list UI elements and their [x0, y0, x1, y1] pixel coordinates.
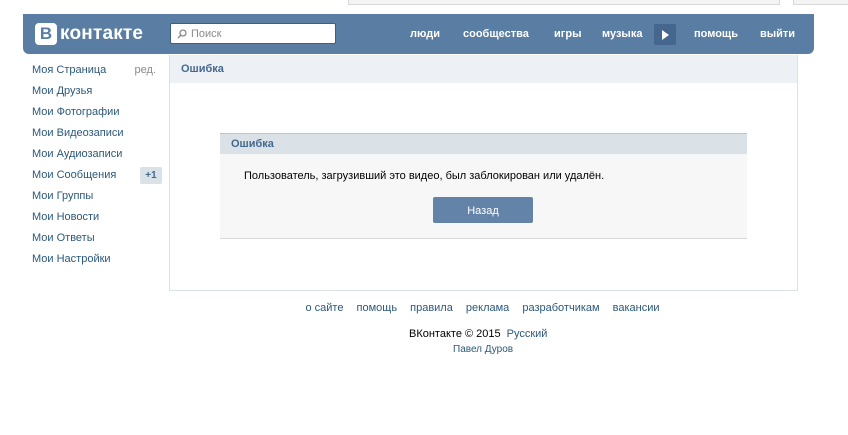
error-title: Ошибка — [220, 133, 747, 154]
sidebar-item-label: Мои Видеозаписи — [32, 127, 124, 139]
copyright-text: ВКонтакте © 2015 — [409, 328, 501, 340]
sidebar-item-label: Мои Друзья — [32, 85, 93, 97]
footer-link-jobs[interactable]: вакансии — [613, 302, 660, 314]
footer-copyright: ВКонтакте © 2015 Русский — [409, 328, 547, 340]
browser-edge — [348, 0, 780, 5]
nav-help[interactable]: помощь — [694, 14, 738, 54]
play-icon — [662, 29, 669, 40]
back-button[interactable]: Назад — [433, 197, 533, 223]
sidebar-item-label: Мои Ответы — [32, 232, 95, 244]
main-content: Ошибка Ошибка Пользователь, загрузивший … — [169, 55, 798, 291]
header: B контакте люди сообщества игры музыка п… — [23, 14, 814, 54]
browser-top-strip — [0, 0, 848, 14]
nav-people[interactable]: люди — [410, 14, 440, 54]
sidebar-item-my-page[interactable]: Моя Страница ред. — [32, 60, 162, 81]
footer-link-about[interactable]: о сайте — [305, 302, 343, 314]
footer-link-rules[interactable]: правила — [410, 302, 453, 314]
logo[interactable]: B контакте — [35, 22, 143, 46]
sidebar-item-friends[interactable]: Мои Друзья — [32, 81, 162, 102]
footer-link-ads[interactable]: реклама — [466, 302, 509, 314]
author-link[interactable]: Павел Дуров — [453, 344, 513, 355]
nav-games[interactable]: игры — [554, 14, 581, 54]
page-title: Ошибка — [170, 55, 797, 83]
footer-links: о сайте помощь правила реклама разработч… — [0, 302, 848, 314]
error-message: Пользователь, загрузивший это видео, был… — [244, 170, 605, 182]
nav-logout[interactable]: выйти — [760, 14, 795, 54]
sidebar-item-answers[interactable]: Мои Ответы — [32, 228, 162, 249]
sidebar-menu: Моя Страница ред. Мои Друзья Мои Фотогра… — [32, 60, 162, 270]
logo-mark: B — [35, 23, 57, 45]
sidebar-item-label: Мои Новости — [32, 211, 100, 223]
logo-text: контакте — [60, 23, 144, 44]
footer-link-help[interactable]: помощь — [357, 302, 398, 314]
nav-communities[interactable]: сообщества — [463, 14, 529, 54]
sidebar-item-label: Мои Фотографии — [32, 106, 120, 118]
sidebar-item-groups[interactable]: Мои Группы — [32, 186, 162, 207]
footer-link-developers[interactable]: разработчикам — [522, 302, 599, 314]
sidebar-item-label: Моя Страница — [32, 64, 107, 76]
search-input[interactable] — [191, 25, 331, 42]
nav-music[interactable]: музыка — [602, 14, 642, 54]
sidebar-item-label: Мои Аудиозаписи — [32, 148, 123, 160]
sidebar-item-news[interactable]: Мои Новости — [32, 207, 162, 228]
edit-link[interactable]: ред. — [135, 60, 156, 81]
error-dialog: Ошибка Пользователь, загрузивший это вид… — [220, 133, 747, 239]
music-play-button[interactable] — [654, 24, 676, 45]
sidebar-item-photos[interactable]: Мои Фотографии — [32, 102, 162, 123]
search-icon — [177, 28, 187, 38]
sidebar-item-videos[interactable]: Мои Видеозаписи — [32, 123, 162, 144]
sidebar-item-audio[interactable]: Мои Аудиозаписи — [32, 144, 162, 165]
sidebar-item-messages[interactable]: Мои Сообщения +1 — [32, 165, 162, 186]
browser-edge — [793, 0, 848, 5]
messages-count-badge: +1 — [140, 167, 162, 184]
sidebar-item-label: Мои Группы — [32, 190, 94, 202]
language-link[interactable]: Русский — [507, 328, 548, 340]
search-box[interactable] — [170, 23, 336, 44]
sidebar-item-settings[interactable]: Мои Настройки — [32, 249, 162, 270]
sidebar-item-label: Мои Настройки — [32, 253, 111, 265]
sidebar-item-label: Мои Сообщения — [32, 169, 117, 181]
